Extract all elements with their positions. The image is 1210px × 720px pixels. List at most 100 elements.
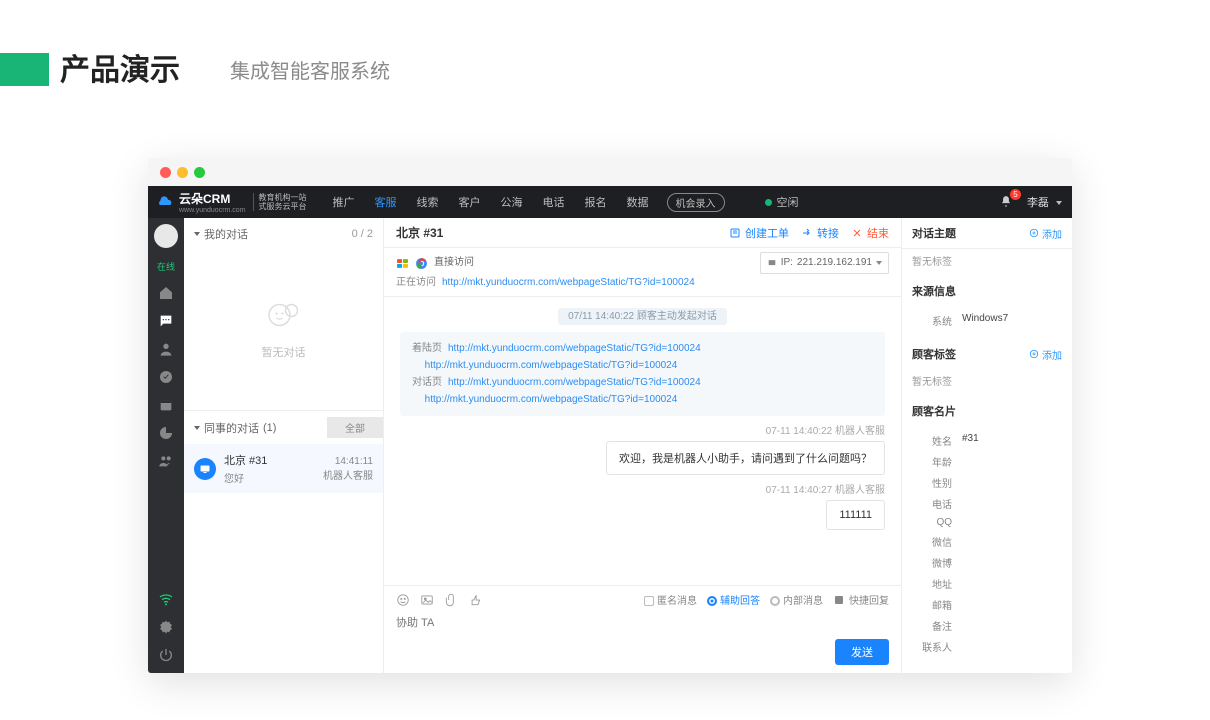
emoji-icon[interactable] bbox=[396, 593, 410, 607]
landing-label: 着陆页 bbox=[412, 343, 442, 354]
colleague-conv-count: (1) bbox=[263, 422, 276, 434]
timestamp-2: 07-11 14:40:27 机器人客服 bbox=[400, 481, 885, 496]
traffic-min[interactable] bbox=[177, 167, 188, 178]
talk-url-2[interactable]: http://mkt.yunduocrm.com/webpageStatic/T… bbox=[425, 394, 678, 405]
conv-title: 北京 #31 bbox=[224, 452, 315, 468]
bot-message-1: 欢迎，我是机器人小助手，请问遇到了什么问题吗？ bbox=[400, 441, 885, 475]
chat-panel: 北京 #31 创建工单 转接 结束 bbox=[384, 218, 902, 673]
user-name: 李磊 bbox=[1027, 197, 1049, 209]
assist-option[interactable]: 辅助回答 bbox=[707, 592, 760, 607]
tag-add-button[interactable]: 添加 bbox=[1029, 347, 1062, 362]
card-row: QQ bbox=[912, 514, 1062, 531]
traffic-close[interactable] bbox=[160, 167, 171, 178]
landing-url-2[interactable]: http://mkt.yunduocrm.com/webpageStatic/T… bbox=[425, 360, 678, 371]
window-titlebar bbox=[148, 158, 1072, 186]
chrome-icon bbox=[415, 257, 428, 270]
status-dot-icon bbox=[765, 199, 772, 206]
check-circle-icon[interactable] bbox=[158, 369, 174, 385]
nav-status[interactable]: 空闲 bbox=[765, 194, 799, 210]
wifi-icon[interactable] bbox=[158, 591, 174, 607]
landing-url-1[interactable]: http://mkt.yunduocrm.com/webpageStatic/T… bbox=[448, 343, 701, 354]
people-icon[interactable] bbox=[158, 453, 174, 469]
quick-reply-button[interactable]: 快捷回复 bbox=[833, 592, 889, 607]
create-ticket-button[interactable]: 创建工单 bbox=[729, 225, 789, 241]
slide-accent bbox=[0, 53, 49, 86]
calendar-icon[interactable] bbox=[158, 397, 174, 413]
status-text: 空闲 bbox=[777, 194, 799, 210]
thumbs-up-icon[interactable] bbox=[468, 593, 482, 607]
conversation-item[interactable]: 北京 #31 您好 14:41:11 机器人客服 bbox=[184, 444, 383, 493]
person-icon[interactable] bbox=[158, 341, 174, 357]
pie-icon[interactable] bbox=[158, 425, 174, 441]
chat-subheader: 直接访问 IP: 221.219.162.191 正在访问 http://mkt… bbox=[384, 248, 901, 297]
record-opportunity-button[interactable]: 机会录入 bbox=[667, 193, 725, 212]
card-row: 邮箱 bbox=[912, 594, 1062, 615]
card-row: 联系人 bbox=[912, 636, 1062, 657]
traffic-max[interactable] bbox=[194, 167, 205, 178]
nav-tabs: 推广 客服 线索 客户 公海 电话 报名 数据 bbox=[323, 186, 659, 218]
power-icon[interactable] bbox=[158, 647, 174, 663]
card-row: 电话 bbox=[912, 493, 1062, 514]
internal-option[interactable]: 内部消息 bbox=[770, 592, 823, 607]
attachment-icon[interactable] bbox=[444, 593, 458, 607]
system-banner: 07/11 14:40:22 顾客主动发起对话 bbox=[400, 307, 885, 322]
ip-dropdown[interactable]: IP: 221.219.162.191 bbox=[760, 252, 889, 274]
card-row: 姓名#31 bbox=[912, 430, 1062, 451]
avatar[interactable] bbox=[154, 224, 178, 248]
chat-toolbar: 匿名消息 辅助回答 内部消息 快捷回复 bbox=[384, 585, 901, 613]
visiting-url[interactable]: http://mkt.yunduocrm.com/webpageStatic/T… bbox=[442, 274, 695, 292]
colleague-conv-header[interactable]: 同事的对话 (1) 全部 bbox=[184, 410, 383, 444]
card-row: 地址 bbox=[912, 573, 1062, 594]
slide-title: 产品演示 bbox=[60, 45, 180, 89]
chat-icon[interactable] bbox=[158, 313, 174, 329]
topic-add-button[interactable]: 添加 bbox=[1029, 226, 1062, 241]
send-button[interactable]: 发送 bbox=[835, 639, 889, 665]
home-icon[interactable] bbox=[158, 285, 174, 301]
conv-time: 14:41:11 bbox=[323, 456, 373, 467]
chat-input-wrap bbox=[384, 613, 901, 639]
anon-option[interactable]: 匿名消息 bbox=[644, 592, 697, 607]
nav-tab-phone[interactable]: 电话 bbox=[533, 186, 575, 218]
source-system-row: 系统 Windows7 bbox=[912, 310, 1062, 331]
gear-icon[interactable] bbox=[158, 619, 174, 635]
my-conv-label: 我的对话 bbox=[204, 226, 248, 242]
guest-tag-body: 暂无标签 bbox=[902, 369, 1072, 396]
image-icon[interactable] bbox=[420, 593, 434, 607]
slide-subtitle: 集成智能客服系统 bbox=[230, 55, 390, 84]
end-button[interactable]: 结束 bbox=[851, 225, 889, 241]
my-conv-header[interactable]: 我的对话 0 / 2 bbox=[184, 218, 383, 250]
user-menu[interactable]: 李磊 bbox=[1027, 194, 1062, 210]
empty-text: 暂无对话 bbox=[262, 344, 306, 360]
card-row: 备注 bbox=[912, 615, 1062, 636]
all-button[interactable]: 全部 bbox=[327, 417, 383, 438]
transfer-button[interactable]: 转接 bbox=[801, 225, 839, 241]
chat-body[interactable]: 07/11 14:40:22 顾客主动发起对话 着陆页 http://mkt.yu… bbox=[384, 297, 901, 585]
talk-label: 对话页 bbox=[412, 377, 442, 388]
brand-url: www.yunduocrm.com bbox=[179, 207, 246, 214]
bell-badge: 5 bbox=[1010, 189, 1021, 200]
nav-tab-service[interactable]: 客服 bbox=[365, 186, 407, 218]
bell-icon[interactable]: 5 bbox=[999, 195, 1013, 209]
tagline-2: 式服务云平台 bbox=[259, 202, 307, 211]
nav-tab-signup[interactable]: 报名 bbox=[575, 186, 617, 218]
message-input[interactable] bbox=[396, 613, 889, 633]
conversation-column: 我的对话 0 / 2 暂无对话 同事的对话 (1) 全部 北京 #31 您好 bbox=[184, 218, 384, 673]
nav-tab-leads[interactable]: 线索 bbox=[407, 186, 449, 218]
topic-body: 暂无标签 bbox=[902, 249, 1072, 276]
timestamp-1: 07-11 14:40:22 机器人客服 bbox=[400, 422, 885, 437]
guest-tag-header: 顾客标签 添加 bbox=[902, 339, 1072, 369]
nav-tab-promo[interactable]: 推广 bbox=[323, 186, 365, 218]
talk-url-1[interactable]: http://mkt.yunduocrm.com/webpageStatic/T… bbox=[448, 377, 701, 388]
source-header: 来源信息 bbox=[902, 276, 1072, 306]
nav-tab-customers[interactable]: 客户 bbox=[449, 186, 491, 218]
chevron-down-icon bbox=[194, 426, 200, 430]
nav-tab-pool[interactable]: 公海 bbox=[491, 186, 533, 218]
nav-tab-data[interactable]: 数据 bbox=[617, 186, 659, 218]
direct-visit-label: 直接访问 bbox=[434, 254, 474, 272]
brand-logo[interactable]: 云朵CRM www.yunduocrm.com 教育机构一站 式服务云平台 bbox=[148, 186, 315, 218]
topic-label: 对话主题 bbox=[912, 225, 956, 241]
card-row: 微信 bbox=[912, 531, 1062, 552]
tagline-1: 教育机构一站 bbox=[259, 193, 307, 202]
monitor-icon bbox=[194, 458, 216, 480]
my-conv-count: 0 / 2 bbox=[352, 228, 373, 240]
